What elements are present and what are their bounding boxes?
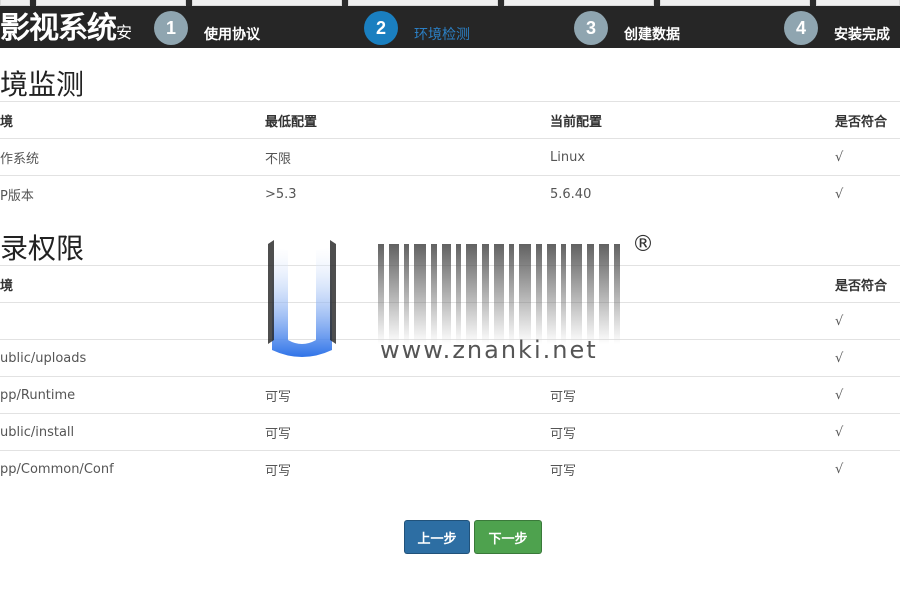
step-environment-check[interactable]: 2 环境检测 bbox=[364, 10, 470, 46]
dir-section-title: 录权限 bbox=[0, 232, 85, 265]
header-cell-ok: 是否符合 bbox=[835, 101, 900, 139]
step-number: 2 bbox=[364, 11, 398, 45]
table-row: 作系统 不限 Linux √ bbox=[0, 138, 900, 176]
table-row: pp/Common/Conf 可写 可写 √ bbox=[0, 450, 900, 488]
table-row: ublic/install 可写 可写 √ bbox=[0, 413, 900, 451]
header-cell-env: 境 bbox=[0, 101, 265, 139]
cell-dir: ublic/install bbox=[0, 413, 265, 451]
cell-min: >5.3 bbox=[265, 175, 550, 213]
cell-item: P版本 bbox=[0, 175, 265, 213]
cell-dir: pp/Common/Conf bbox=[0, 450, 265, 488]
cell-ok: √ bbox=[835, 302, 900, 340]
table-header-row: 境 最低配置 当前配置 是否符合 bbox=[0, 101, 900, 139]
cell-dir: ublic/uploads bbox=[0, 339, 265, 377]
cell-item: 作系统 bbox=[0, 138, 265, 176]
cell-dir: pp/Runtime bbox=[0, 376, 265, 414]
cell-required: 可写 bbox=[265, 413, 550, 451]
step-label: 创建数据 bbox=[624, 27, 680, 43]
header-cell-dir: 境 bbox=[0, 265, 265, 303]
header-cell-current: 当前配置 bbox=[550, 101, 835, 139]
brand-title: 影视系统安 bbox=[0, 12, 132, 50]
next-step-button[interactable]: 下一步 bbox=[474, 520, 542, 554]
cell-current: 可写 bbox=[550, 376, 835, 414]
header-cell-min: 最低配置 bbox=[265, 101, 550, 139]
prev-step-button[interactable]: 上一步 bbox=[404, 520, 470, 554]
cell-ok: √ bbox=[835, 339, 900, 377]
brand-name: 影视系统 bbox=[0, 11, 117, 46]
table-row: P版本 >5.3 5.6.40 √ bbox=[0, 175, 900, 213]
install-header: 影视系统安 1 使用协议 2 环境检测 3 创建数据 4 安装完成 bbox=[0, 6, 900, 48]
cell-current: 5.6.40 bbox=[550, 175, 835, 213]
cell-required: 可写 bbox=[265, 450, 550, 488]
cell-ok: √ bbox=[835, 450, 900, 488]
cell-ok: √ bbox=[835, 138, 900, 176]
cell-min: 不限 bbox=[265, 138, 550, 176]
watermark-logo bbox=[264, 240, 340, 360]
env-check-table: 境 最低配置 当前配置 是否符合 作系统 不限 Linux √ P版本 >5.3… bbox=[0, 101, 900, 213]
step-agreement[interactable]: 1 使用协议 bbox=[154, 10, 260, 46]
watermark-registered-mark: ® bbox=[632, 232, 654, 257]
cell-current: 可写 bbox=[550, 413, 835, 451]
step-number: 4 bbox=[784, 11, 818, 45]
watermark-text: www.znanki.net bbox=[380, 336, 598, 364]
cell-current: 可写 bbox=[550, 450, 835, 488]
brand-suffix: 安 bbox=[116, 23, 133, 42]
step-label: 环境检测 bbox=[414, 27, 470, 43]
step-create-data[interactable]: 3 创建数据 bbox=[574, 10, 680, 46]
env-section-title: 境监测 bbox=[0, 68, 85, 101]
cell-current: Linux bbox=[550, 138, 835, 176]
step-label: 使用协议 bbox=[204, 27, 260, 43]
step-install-complete[interactable]: 4 安装完成 bbox=[784, 10, 890, 46]
cell-ok: √ bbox=[835, 175, 900, 213]
cell-ok: √ bbox=[835, 376, 900, 414]
watermark-bars bbox=[378, 244, 656, 344]
table-row: pp/Runtime 可写 可写 √ bbox=[0, 376, 900, 414]
header-cell-ok: 是否符合 bbox=[835, 265, 900, 303]
step-number: 1 bbox=[154, 11, 188, 45]
cell-required: 可写 bbox=[265, 376, 550, 414]
cell-dir bbox=[0, 302, 265, 340]
cell-ok: √ bbox=[835, 413, 900, 451]
step-label: 安装完成 bbox=[834, 27, 890, 43]
step-number: 3 bbox=[574, 11, 608, 45]
